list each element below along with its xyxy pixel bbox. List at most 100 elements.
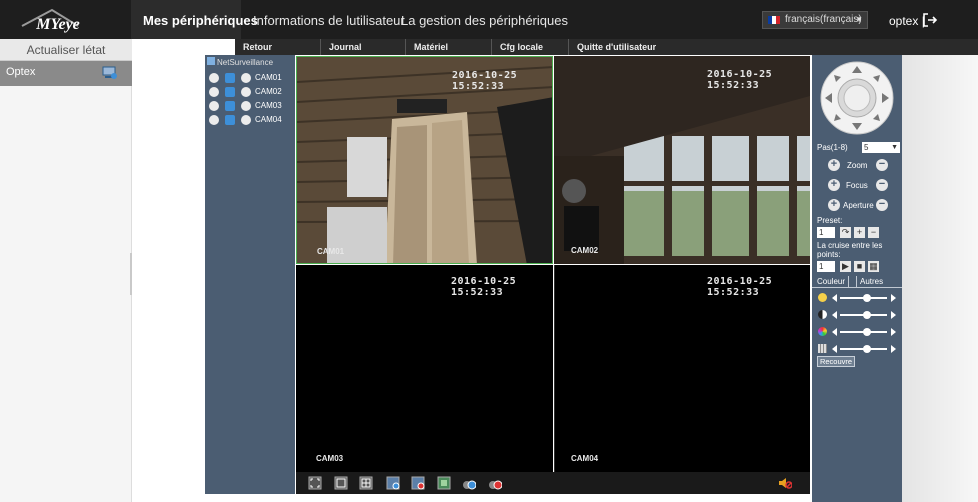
tab-hardware[interactable]: Matériel xyxy=(405,39,491,55)
speaker-mute-icon[interactable] xyxy=(778,476,792,490)
tab-local-config[interactable]: Cfg locale xyxy=(491,39,568,55)
snapshot-icon[interactable] xyxy=(437,476,451,490)
zoom-out-button[interactable]: − xyxy=(876,159,888,171)
aperture-open-button[interactable]: + xyxy=(828,199,840,211)
tree-camera-item[interactable]: CAM01 xyxy=(209,72,293,84)
aperture-label: Aperture xyxy=(843,201,874,210)
hue-slider[interactable] xyxy=(818,344,896,354)
tab-back[interactable]: Retour xyxy=(235,39,320,55)
nav-my-devices[interactable]: Mes périphériques xyxy=(143,0,258,39)
device-item-optex[interactable]: Optex xyxy=(0,61,132,86)
preset-goto-button[interactable]: ↷ xyxy=(840,227,851,238)
play-icon[interactable] xyxy=(225,73,235,83)
slider-knob[interactable] xyxy=(863,328,871,336)
quad-view-icon[interactable] xyxy=(359,476,373,490)
camera-status-icon[interactable] xyxy=(241,73,251,83)
increase-icon[interactable] xyxy=(891,294,896,302)
hue-icon xyxy=(818,344,827,353)
play-all-icon[interactable] xyxy=(462,476,476,490)
recover-button[interactable]: Recouvre xyxy=(817,356,855,367)
top-navigation-bar: MYeye Mes périphériques Informations de … xyxy=(0,0,978,39)
focus-in-button[interactable]: + xyxy=(828,179,840,191)
camera-status-icon[interactable] xyxy=(241,115,251,125)
cruise-grid-button[interactable]: ▦ xyxy=(868,261,879,272)
slider-knob[interactable] xyxy=(863,345,871,353)
play-icon[interactable] xyxy=(225,101,235,111)
camera-tree-panel: NetSurveillance CAM01 CAM02 CAM03 CAM04 xyxy=(205,55,295,494)
logout-icon[interactable] xyxy=(922,12,938,28)
increase-icon[interactable] xyxy=(891,345,896,353)
record-toggle-icon[interactable] xyxy=(209,115,219,125)
focus-label: Focus xyxy=(846,181,868,190)
slider-knob[interactable] xyxy=(863,294,871,302)
increase-icon[interactable] xyxy=(891,328,896,336)
preset-add-button[interactable]: + xyxy=(854,227,865,238)
fullscreen-icon[interactable] xyxy=(308,476,322,490)
device-name: Optex xyxy=(6,66,36,78)
color-tabs: Couleur Autres xyxy=(812,276,902,288)
video-pane-cam01[interactable]: 2016-10-25 15:52:33 CAM01 xyxy=(296,56,553,264)
record-toggle-icon[interactable] xyxy=(209,73,219,83)
video-pane-cam04[interactable]: 2016-10-25 15:52:33 CAM04 xyxy=(554,265,810,472)
video-pane-cam03[interactable]: 2016-10-25 15:52:33 CAM03 xyxy=(296,265,553,472)
tab-other[interactable]: Autres xyxy=(856,276,886,288)
decrease-icon[interactable] xyxy=(832,345,837,353)
ptz-direction-pad[interactable] xyxy=(819,60,895,136)
record-icon[interactable] xyxy=(386,476,400,490)
device-network-icon xyxy=(102,66,117,79)
play-icon[interactable] xyxy=(225,115,235,125)
decrease-icon[interactable] xyxy=(832,328,837,336)
video-pane-cam02[interactable]: 2016-10-25 15:52:33 CAM02 xyxy=(554,56,810,264)
svg-text:MYeye: MYeye xyxy=(35,16,80,33)
zoom-in-button[interactable]: + xyxy=(828,159,840,171)
tree-camera-item[interactable]: CAM04 xyxy=(209,114,293,126)
tab-color[interactable]: Couleur xyxy=(814,276,850,288)
camera-status-icon[interactable] xyxy=(241,87,251,97)
aperture-close-button[interactable]: − xyxy=(876,199,888,211)
refresh-status-button[interactable]: Actualiser létat xyxy=(0,39,132,61)
single-view-icon[interactable] xyxy=(334,476,348,490)
tab-journal[interactable]: Journal xyxy=(320,39,405,55)
nav-device-management[interactable]: La gestion des périphériques xyxy=(401,0,568,39)
camera-label: CAM02 xyxy=(255,87,282,96)
stop-record-icon[interactable] xyxy=(411,476,425,490)
increase-icon[interactable] xyxy=(891,311,896,319)
focus-out-button[interactable]: − xyxy=(876,179,888,191)
chevron-down-icon: ▼ xyxy=(891,144,898,151)
record-toggle-icon[interactable] xyxy=(209,87,219,97)
decrease-icon[interactable] xyxy=(832,294,837,302)
brightness-slider[interactable] xyxy=(818,293,896,303)
video-camera-label: CAM02 xyxy=(571,246,599,255)
action-tab-bar: Retour Journal Matériel Cfg locale Quitt… xyxy=(235,39,978,55)
cruise-label: La cruise entre les points: xyxy=(817,241,883,259)
tab-logout-user[interactable]: Quitte d'utilisateur xyxy=(568,39,688,55)
decrease-icon[interactable] xyxy=(832,311,837,319)
step-value: 5 xyxy=(864,143,869,152)
stop-all-icon[interactable] xyxy=(488,476,502,490)
contrast-slider[interactable] xyxy=(818,310,896,320)
record-toggle-icon[interactable] xyxy=(209,101,219,111)
preset-input[interactable]: 1 xyxy=(817,227,835,238)
tree-root-icon xyxy=(207,57,215,65)
saturation-slider[interactable] xyxy=(818,327,896,337)
cruise-start-button[interactable]: ▶ xyxy=(840,261,851,272)
language-select[interactable]: français(français) ▼ xyxy=(762,11,868,29)
video-camera-label: CAM03 xyxy=(316,454,344,463)
device-list-panel: Actualiser létat Optex xyxy=(0,39,132,502)
play-icon[interactable] xyxy=(225,87,235,97)
tree-root[interactable]: NetSurveillance xyxy=(207,57,273,67)
step-select[interactable]: 5 ▼ xyxy=(862,142,900,153)
camera-label: CAM03 xyxy=(255,101,282,110)
tree-camera-item[interactable]: CAM03 xyxy=(209,100,293,112)
preset-remove-button[interactable]: − xyxy=(868,227,879,238)
camera-status-icon[interactable] xyxy=(241,101,251,111)
slider-knob[interactable] xyxy=(863,311,871,319)
video-timestamp: 2016-10-25 15:52:33 xyxy=(452,70,518,92)
zoom-label: Zoom xyxy=(847,161,868,170)
cruise-input[interactable]: 1 xyxy=(817,261,835,272)
saturation-icon xyxy=(818,327,827,336)
tree-camera-item[interactable]: CAM02 xyxy=(209,86,293,98)
video-camera-label: CAM01 xyxy=(317,247,345,256)
cruise-stop-button[interactable]: ■ xyxy=(854,261,865,272)
nav-user-info[interactable]: Informations de lutilisateur xyxy=(253,0,405,39)
